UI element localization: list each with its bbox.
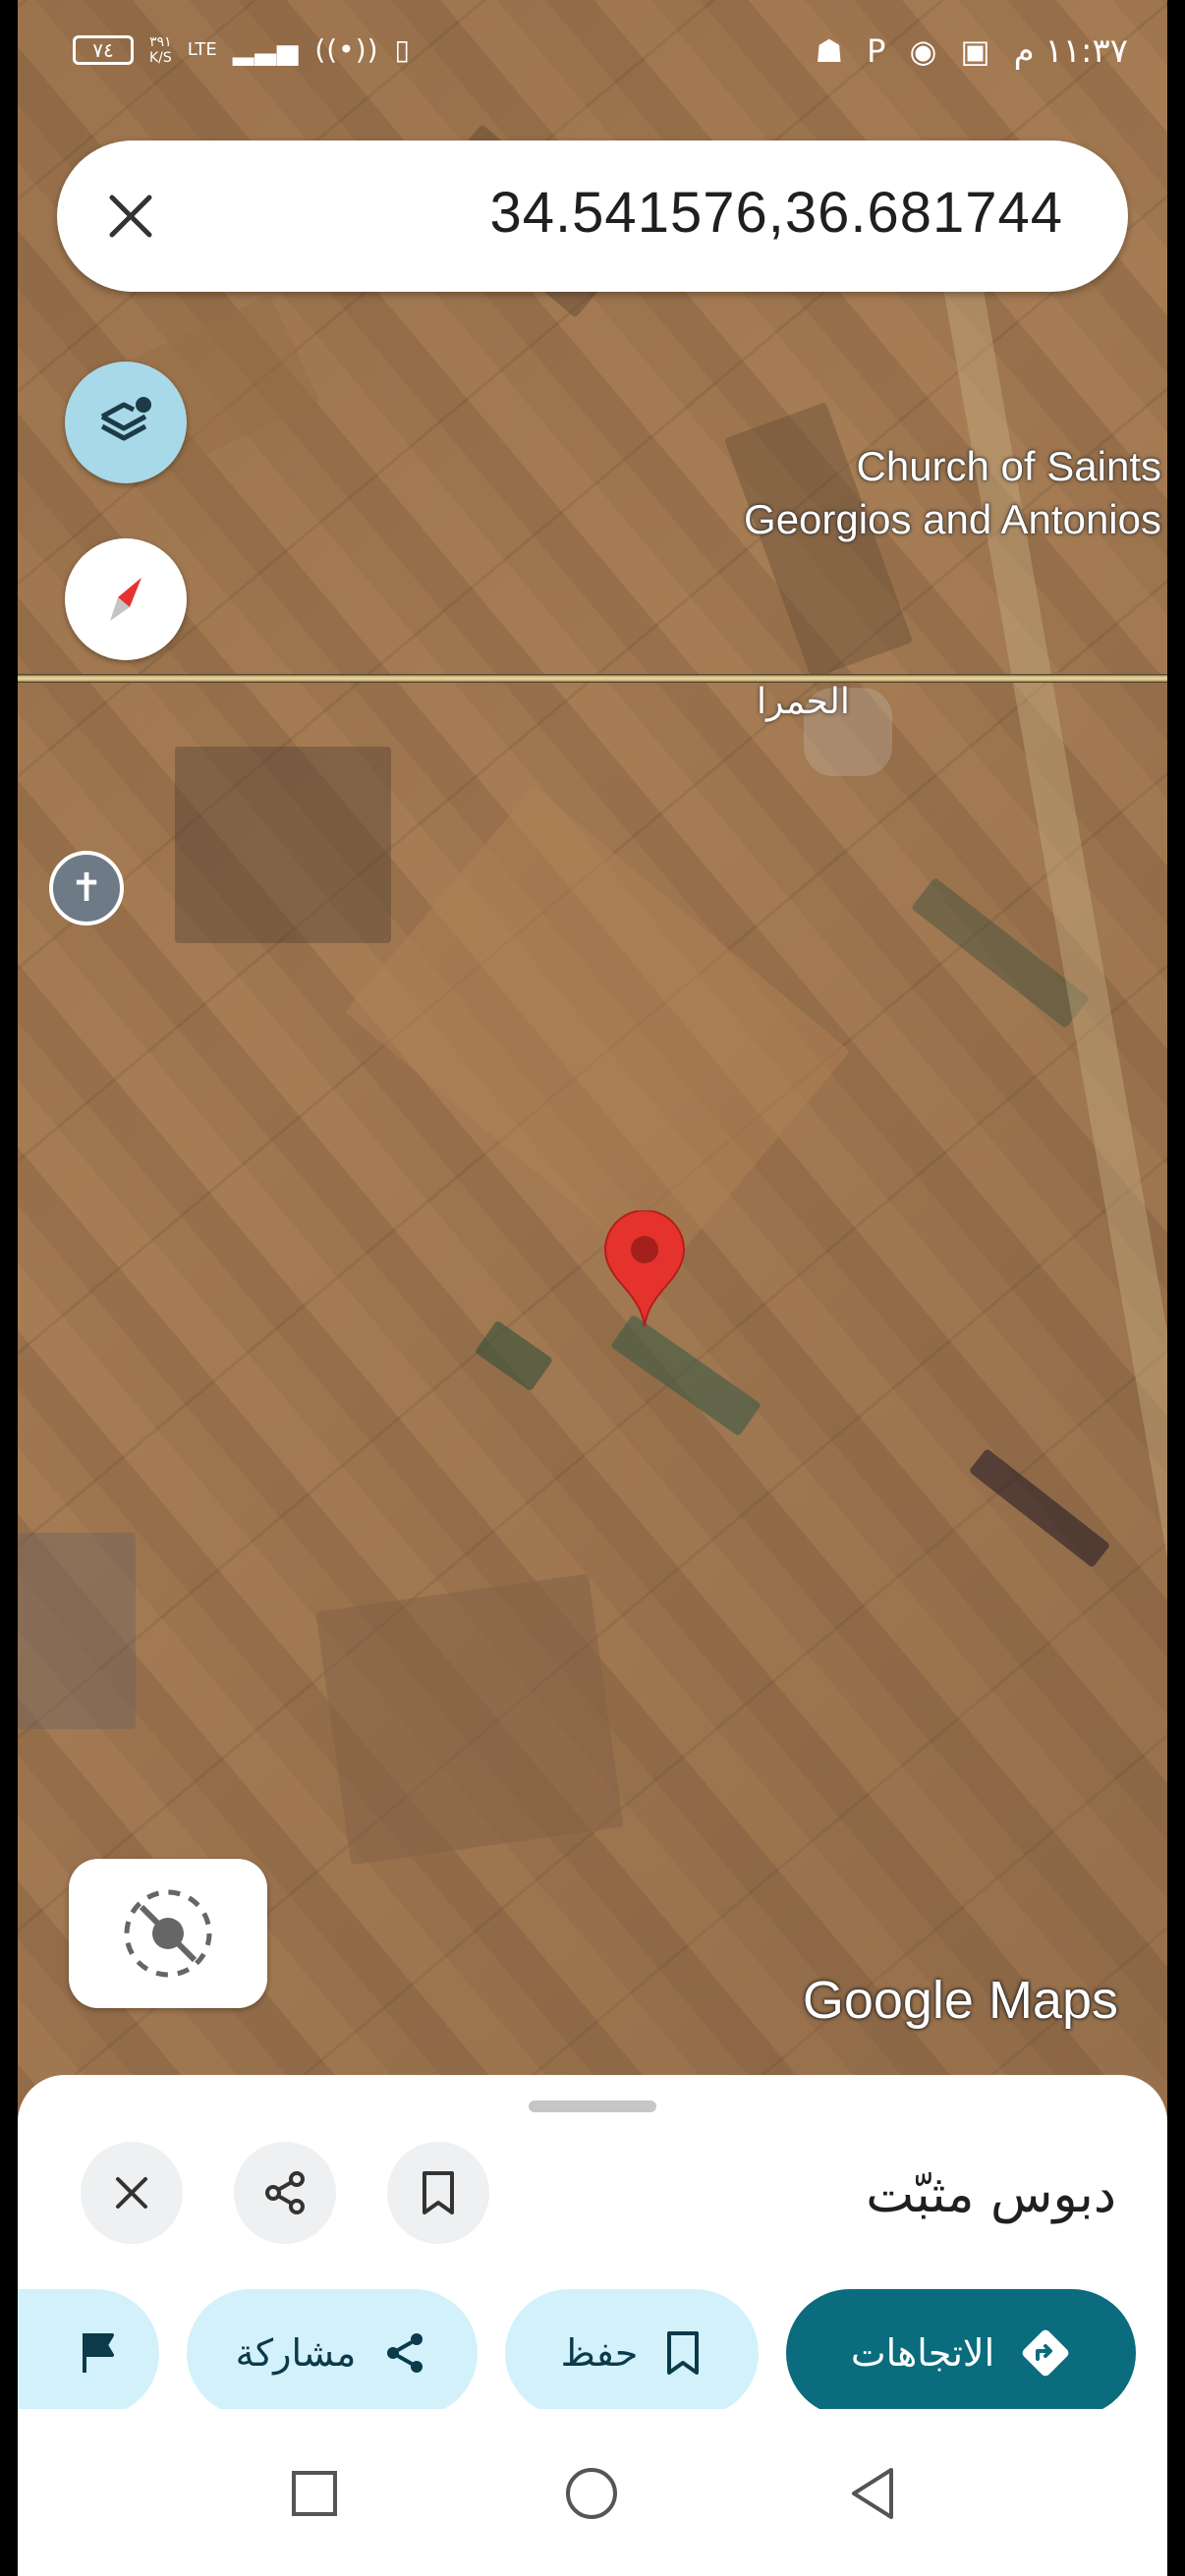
messenger-icon: ◉ [909, 32, 937, 70]
square-icon [292, 2471, 337, 2516]
sheet-title: دبوس مثبّت [866, 2165, 1116, 2224]
system-nav-bar [18, 2409, 1167, 2576]
satellite-map[interactable]: Church of Saints Georgios and Antonios ا… [18, 0, 1167, 2408]
home-button[interactable] [562, 2464, 621, 2523]
back-button[interactable] [843, 2464, 902, 2523]
sheet-drag-handle[interactable] [529, 2100, 656, 2112]
parking-icon: P [867, 32, 886, 70]
circle-icon [566, 2468, 617, 2519]
layers-button[interactable] [65, 362, 187, 483]
place-label[interactable]: الحمرا [757, 682, 850, 722]
directions-button[interactable]: الاتجاهات [786, 2289, 1136, 2417]
bookmark-icon-button[interactable] [387, 2142, 489, 2244]
close-icon [116, 2177, 147, 2209]
layers-icon [100, 397, 151, 441]
save-button[interactable]: حفظ [505, 2289, 759, 2417]
google-maps-logo: Google Maps [802, 1971, 1118, 2030]
highway [18, 674, 1167, 683]
signal-icon: ▂▃▅ [232, 33, 300, 66]
vibrate-icon: ▯ [394, 33, 411, 66]
status-bar: ٧٤ ٣٩١ K/S LTE ▂▃▅ ((•)) ▯ ☗ P ◉ ▣ ١١:٣٧… [18, 0, 1167, 108]
compass-icon [110, 578, 141, 621]
clock: ١١:٣٧ م [1013, 31, 1128, 71]
battery-icon: ٧٤ [73, 34, 134, 65]
search-bar[interactable]: 34.541576,36.681744 [57, 140, 1128, 292]
map-pin-icon[interactable] [603, 1210, 686, 1328]
location-disabled-icon [124, 1889, 212, 1978]
bookmark-icon [667, 2331, 700, 2375]
close-sheet-button[interactable] [81, 2142, 183, 2244]
search-query[interactable]: 34.541576,36.681744 [490, 180, 1063, 246]
directions-icon [1022, 2329, 1069, 2377]
network-type: LTE [187, 38, 217, 60]
network-speed: ٣٩١ K/S [149, 33, 172, 66]
android-icon: ☗ [815, 32, 844, 70]
share-icon [265, 2171, 305, 2214]
hotspot-icon: ((•)) [314, 33, 379, 66]
poi-label-church[interactable]: Church of Saints Georgios and Antonios [744, 440, 1161, 546]
recents-button[interactable] [285, 2464, 344, 2523]
bookmark-icon [423, 2171, 454, 2214]
church-poi-icon[interactable]: ✝ [49, 851, 124, 925]
triangle-back-icon [852, 2468, 893, 2519]
screen: Church of Saints Georgios and Antonios ا… [18, 0, 1167, 2576]
report-button[interactable]: إ [18, 2289, 159, 2417]
share-icon [387, 2333, 423, 2373]
compass-button[interactable] [65, 538, 187, 660]
close-icon[interactable] [92, 178, 169, 254]
share-icon-button[interactable] [234, 2142, 336, 2244]
share-button[interactable]: مشاركة [187, 2289, 478, 2417]
gamepad-icon: ▣ [960, 32, 990, 70]
recenter-button[interactable] [69, 1859, 267, 2008]
flag-icon [83, 2333, 114, 2373]
